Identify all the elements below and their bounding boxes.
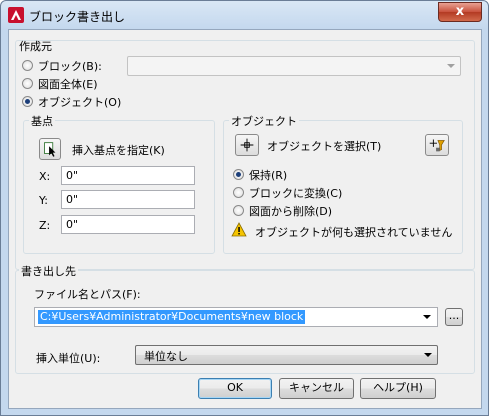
dialog-body: 作成元 ブロック(B): 図面全体(E) オブジェクト(O) 基点 挿入基点を指…: [8, 29, 482, 409]
radio-entire-drawing-label[interactable]: 図面全体(E): [38, 76, 98, 92]
block-name-combo[interactable]: [127, 56, 461, 76]
pick-point-icon: [44, 142, 56, 157]
y-label: Y:: [39, 194, 48, 207]
chevron-down-icon: [424, 353, 432, 357]
radio-block[interactable]: [22, 60, 33, 71]
title-bar[interactable]: ブロック書き出し x: [1, 1, 488, 29]
file-path-input[interactable]: C:¥Users¥Administrator¥Documents¥new blo…: [34, 307, 438, 327]
close-button[interactable]: x: [438, 2, 482, 22]
radio-convert-to-block-label[interactable]: ブロックに変換(C): [249, 185, 342, 201]
radio-objects-label[interactable]: オブジェクト(O): [38, 94, 121, 110]
radio-retain[interactable]: [233, 169, 244, 180]
pick-point-button[interactable]: [39, 138, 61, 160]
quick-select-button[interactable]: [425, 134, 449, 156]
radio-delete[interactable]: [233, 205, 244, 216]
dialog-title: ブロック書き出し: [29, 10, 126, 24]
help-button[interactable]: ヘルプ(H): [360, 378, 436, 399]
radio-block-label[interactable]: ブロック(B):: [38, 58, 102, 74]
insert-units-combo[interactable]: 単位なし: [135, 345, 438, 365]
select-objects-label[interactable]: オブジェクトを選択(T): [267, 138, 381, 154]
select-objects-button[interactable]: [235, 134, 259, 156]
file-path-value: C:¥Users¥Administrator¥Documents¥new blo…: [38, 310, 306, 324]
quick-select-icon: [429, 139, 445, 152]
y-input[interactable]: 0": [61, 190, 195, 209]
autocad-logo-icon: [8, 7, 24, 23]
x-input[interactable]: 0": [61, 166, 195, 185]
radio-entire-drawing[interactable]: [22, 78, 33, 89]
chevron-down-icon[interactable]: [423, 315, 431, 319]
crosshair-icon: [240, 138, 254, 152]
z-input[interactable]: 0": [61, 215, 195, 234]
file-path-label: ファイル名とパス(F):: [34, 288, 141, 301]
cancel-button[interactable]: キャンセル: [279, 378, 354, 399]
base-point-title: 基点: [29, 113, 55, 129]
source-group-title: 作成元: [19, 40, 52, 53]
radio-convert-to-block[interactable]: [233, 187, 244, 198]
pick-point-label[interactable]: 挿入基点を指定(K): [72, 142, 165, 158]
z-label: Z:: [39, 219, 51, 232]
chevron-down-icon: [447, 64, 455, 68]
export-block-dialog: ブロック書き出し x 作成元 ブロック(B): 図面全体(E) オブジェクト(O…: [0, 0, 489, 416]
warning-text: オブジェクトが何も選択されていません: [255, 226, 453, 239]
radio-objects[interactable]: [22, 96, 33, 107]
ok-button[interactable]: OK: [198, 378, 272, 399]
close-icon: x: [455, 4, 465, 19]
radio-retain-label[interactable]: 保持(R): [249, 167, 287, 183]
insert-units-label: 挿入単位(U):: [36, 352, 101, 365]
warning-icon: [231, 222, 247, 237]
x-label: X:: [39, 170, 51, 183]
objects-title: オブジェクト: [229, 113, 299, 129]
browse-button[interactable]: ...: [445, 308, 463, 326]
destination-title: 書き出し先: [19, 263, 78, 279]
radio-delete-label[interactable]: 図面から削除(D): [249, 203, 332, 219]
